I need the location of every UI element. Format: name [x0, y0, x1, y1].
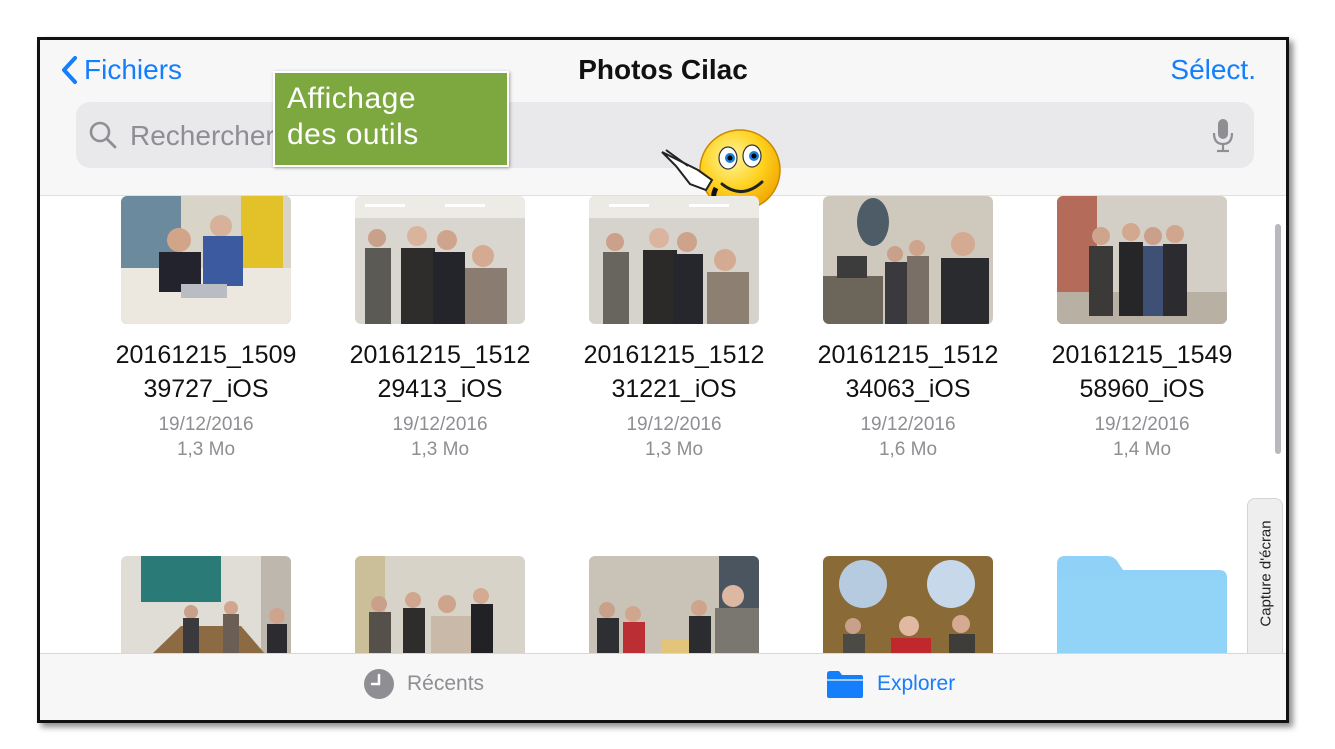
- tab-explorer-label: Explorer: [877, 672, 956, 695]
- file-name-line-1: 20161215_1512: [817, 341, 999, 369]
- vertical-scrollbar[interactable]: [1275, 224, 1281, 454]
- file-item[interactable]: 20161215_1512 34063_iOS 19/12/2016 1,6 M…: [798, 196, 1018, 462]
- search-icon: [89, 121, 117, 149]
- file-name-line-1: 20161215_1512: [583, 341, 765, 369]
- page-title: Photos Cilac: [578, 54, 748, 85]
- tab-recents-label: Récents: [407, 672, 485, 695]
- select-button[interactable]: Sélect.: [1170, 54, 1256, 86]
- photo-thumbnail: [1057, 196, 1227, 324]
- file-grid: 20161215_1509 39727_iOS 19/12/2016 1,3 M…: [40, 196, 1280, 684]
- photo-thumbnail: [355, 196, 525, 324]
- files-app-window: Fichiers Photos Cilac Sélect. Affichage …: [37, 37, 1289, 723]
- file-size: 1,4 Mo: [1112, 439, 1172, 460]
- microphone-icon[interactable]: [1212, 117, 1234, 153]
- screenshot-side-tab[interactable]: Capture d'écran: [1247, 498, 1283, 662]
- photo-thumbnail: [823, 196, 993, 324]
- file-item[interactable]: 20161215_1512 31221_iOS 19/12/2016 1,3 M…: [564, 196, 784, 462]
- file-item[interactable]: 20161215_1549 58960_iOS 19/12/2016 1,4 M…: [1032, 196, 1252, 462]
- callout-line-1: Affichage: [287, 82, 417, 115]
- tab-recents[interactable]: Récents: [363, 668, 484, 700]
- file-date: 19/12/2016: [626, 414, 722, 435]
- file-date: 19/12/2016: [860, 414, 956, 435]
- file-name-line-1: 20161215_1549: [1051, 341, 1233, 369]
- file-name-line-2: 39727_iOS: [143, 375, 269, 403]
- tab-bar: Récents Explorer: [40, 653, 1286, 720]
- file-name-line-2: 29413_iOS: [377, 375, 503, 403]
- file-size: 1,3 Mo: [176, 439, 236, 460]
- file-name-line-2: 31221_iOS: [611, 375, 737, 403]
- file-date: 19/12/2016: [1094, 414, 1190, 435]
- callout-line-2: des outils: [287, 118, 419, 151]
- file-item[interactable]: 20161215_1512 29413_iOS 19/12/2016 1,3 M…: [330, 196, 550, 462]
- photo-thumbnail: [589, 196, 759, 324]
- file-item[interactable]: 20161215_1509 39727_iOS 19/12/2016 1,3 M…: [96, 196, 316, 462]
- folder-tab-icon: [827, 671, 863, 698]
- side-tab-label: Capture d'écran: [1257, 520, 1275, 627]
- file-size: 1,3 Mo: [410, 439, 470, 460]
- file-date: 19/12/2016: [392, 414, 488, 435]
- file-size: 1,6 Mo: [878, 439, 938, 460]
- file-size: 1,3 Mo: [644, 439, 704, 460]
- photo-thumbnail: [121, 196, 291, 324]
- clock-icon: [364, 669, 394, 699]
- file-name-line-2: 34063_iOS: [845, 375, 971, 403]
- file-name-line-1: 20161215_1509: [115, 341, 297, 369]
- file-date: 19/12/2016: [158, 414, 254, 435]
- annotation-callout: Affichage des outils: [273, 71, 509, 167]
- file-name-line-1: 20161215_1512: [349, 341, 531, 369]
- file-name-line-2: 58960_iOS: [1079, 375, 1205, 403]
- tab-explorer[interactable]: Explorer: [825, 668, 955, 700]
